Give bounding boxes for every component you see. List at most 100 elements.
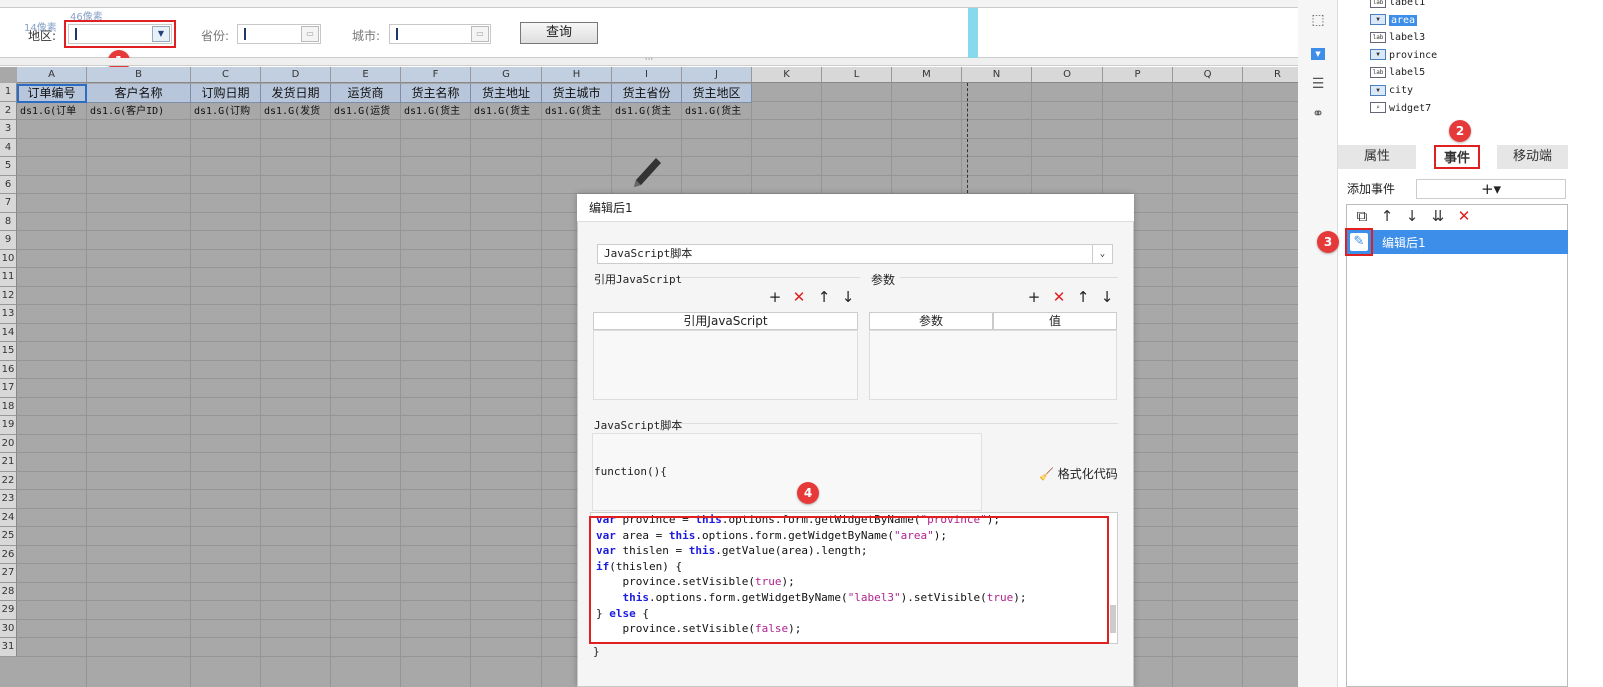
row-header[interactable]: 5 [0,157,17,176]
move-down-icon[interactable]: ↓ [839,288,857,306]
form-design-area[interactable] [0,8,1298,58]
column-header-d[interactable]: D [261,67,331,83]
column-header-a[interactable]: A [17,67,87,83]
data-cell[interactable]: ds1.G(货主 [682,103,752,121]
row-header[interactable]: 6 [0,175,17,194]
row-header[interactable]: 4 [0,138,17,157]
column-header-b[interactable]: B [87,67,191,83]
row-header[interactable]: 10 [0,249,17,268]
tree-item-label5[interactable]: lab label5 [1370,64,1425,81]
splitter-handle[interactable]: ··· [0,56,1298,66]
column-header-e[interactable]: E [331,67,401,83]
header-cell[interactable]: 订购日期 [191,84,261,103]
data-cell[interactable]: ds1.G(货主 [612,103,682,121]
copy-icon[interactable]: ⧉ [1352,206,1372,226]
tree-item-province[interactable]: ▼ province [1370,47,1437,64]
header-cell[interactable]: 客户名称 [87,84,191,103]
row-header[interactable]: 16 [0,360,17,379]
add-icon[interactable]: + [766,288,784,306]
column-header-l[interactable]: L [822,67,892,83]
format-code-button[interactable]: 🧹 格式化代码 [1039,465,1118,482]
province-combo[interactable]: ▭ [237,24,321,44]
tree-item-label1[interactable]: lab label1 [1370,0,1425,11]
move-up-icon[interactable]: ↑ [815,288,833,306]
edit-event-icon[interactable]: ✎ [1350,233,1368,251]
row-header[interactable]: 29 [0,601,17,620]
add-icon[interactable]: + [1025,288,1043,306]
data-cell[interactable]: ds1.G(货主 [542,103,612,121]
add-event-button[interactable]: +▾ [1416,179,1566,199]
link-icon[interactable]: ⚭ [1306,102,1330,126]
data-cell[interactable]: ds1.G(订购 [191,103,261,121]
header-cell[interactable]: 货主名称 [401,84,471,103]
column-header-r[interactable]: R [1243,67,1298,83]
row-header[interactable]: 17 [0,379,17,398]
column-header-k[interactable]: K [752,67,822,83]
row-header[interactable]: 23 [0,490,17,509]
tab-mobile[interactable]: 移动端 [1497,145,1568,169]
column-header-o[interactable]: O [1032,67,1103,83]
form-boundary-bar[interactable] [968,8,978,58]
query-button[interactable]: 查询 [520,22,598,44]
row-header[interactable]: 30 [0,619,17,638]
ref-js-table[interactable] [593,330,858,400]
row-header[interactable]: 31 [0,638,17,657]
column-header-q[interactable]: Q [1173,67,1243,83]
column-header-j[interactable]: J [682,67,752,83]
city-combo[interactable]: ▭ [389,24,491,44]
row-header[interactable]: 1 [0,83,17,102]
column-header-i[interactable]: I [612,67,682,83]
row-header[interactable]: 19 [0,416,17,435]
column-header-n[interactable]: N [962,67,1032,83]
row-header[interactable]: 9 [0,231,17,250]
tree-item-widget7[interactable]: ⌕ widget7 [1370,100,1431,117]
row-header[interactable]: 20 [0,434,17,453]
column-header-m[interactable]: M [892,67,962,83]
tree-item-label3[interactable]: lab label3 [1370,29,1425,46]
chevron-down-icon[interactable]: ⌄ [1092,245,1112,263]
event-item-row[interactable] [1347,230,1568,254]
row-header[interactable]: 24 [0,508,17,527]
header-cell[interactable]: 发货日期 [261,84,331,103]
data-cell[interactable]: ds1.G(客户ID) [87,103,191,121]
data-cell[interactable]: ds1.G(订单 [17,103,87,121]
tab-events[interactable]: 事件 [1434,145,1480,169]
header-cell[interactable]: 货主地区 [682,84,752,103]
row-header[interactable]: 11 [0,268,17,287]
row-header[interactable]: 28 [0,582,17,601]
delete-icon[interactable]: ✕ [1454,206,1474,226]
row-header[interactable]: 21 [0,453,17,472]
data-cell[interactable]: ds1.G(发货 [261,103,331,121]
dropdown-button-icon[interactable]: ▼ [152,26,170,42]
move-down-icon[interactable]: ↓ [1402,206,1422,226]
row-header[interactable]: 27 [0,564,17,583]
row-header[interactable]: 13 [0,305,17,324]
tree-item-city[interactable]: ▼ city [1370,82,1413,99]
header-cell[interactable]: 货主地址 [471,84,542,103]
row-header[interactable]: 7 [0,194,17,213]
header-cell[interactable]: 货主城市 [542,84,612,103]
move-up-icon[interactable]: ↑ [1074,288,1092,306]
code-scrollbar[interactable] [1110,605,1116,633]
params-table[interactable] [869,330,1117,400]
remove-icon[interactable]: ✕ [790,288,808,306]
row-header[interactable]: 25 [0,527,17,546]
row-header[interactable]: 2 [0,101,17,120]
dropdown-button-icon[interactable]: ▭ [301,26,319,42]
column-header-p[interactable]: P [1103,67,1173,83]
row-header[interactable]: 26 [0,545,17,564]
header-cell[interactable]: 运货商 [331,84,401,103]
row-header[interactable]: 12 [0,286,17,305]
header-cell[interactable]: 货主省份 [612,84,682,103]
area-combo[interactable]: ▼ [68,24,172,44]
row-header[interactable]: 14 [0,323,17,342]
combo-widget-icon[interactable]: ▼ [1306,40,1330,64]
row-header[interactable]: 18 [0,397,17,416]
column-header-c[interactable]: C [191,67,261,83]
tree-item-area[interactable]: ▼ area [1370,12,1418,29]
layout-icon[interactable]: ☰ [1306,72,1330,96]
row-header[interactable]: 15 [0,342,17,361]
column-header-h[interactable]: H [542,67,612,83]
move-down-icon[interactable]: ↓ [1098,288,1116,306]
column-header-g[interactable]: G [471,67,542,83]
